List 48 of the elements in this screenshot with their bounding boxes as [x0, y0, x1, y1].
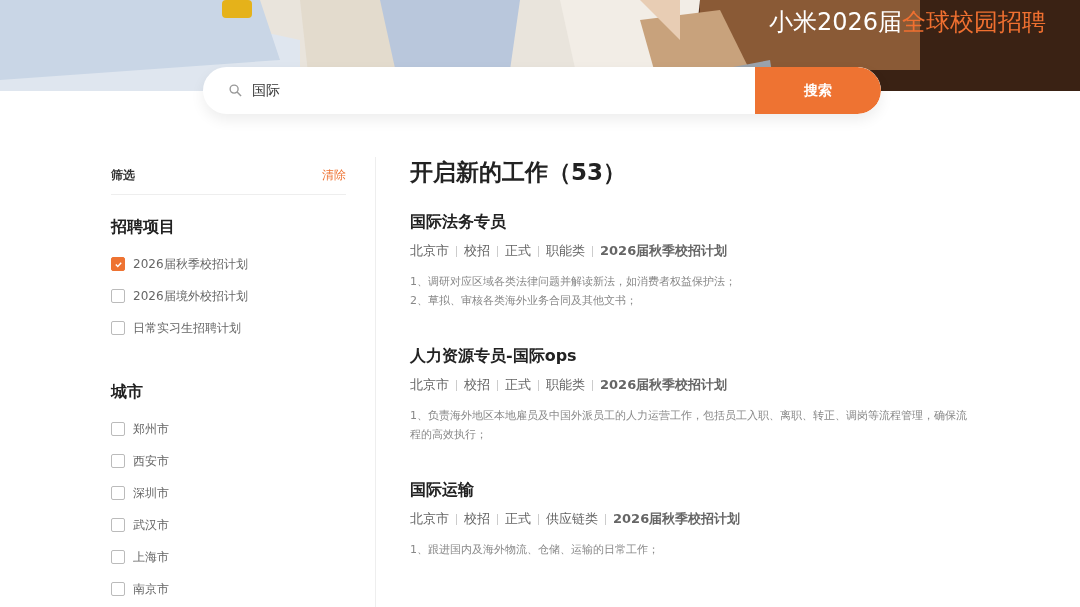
- checkbox[interactable]: [111, 257, 125, 271]
- checkbox-label: 2026届秋季校招计划: [133, 255, 248, 273]
- checkbox-label: 上海市: [133, 548, 169, 566]
- checkbox-label: 日常实习生招聘计划: [133, 319, 241, 337]
- checkbox-label: 郑州市: [133, 420, 169, 438]
- job-tag: 校招: [464, 242, 490, 260]
- banner-title: 小米2026届: [768, 7, 902, 38]
- job-title[interactable]: 国际运输: [410, 480, 970, 501]
- job-tag: 正式: [505, 242, 531, 260]
- job-tag: 职能类: [546, 242, 585, 260]
- job-tag: 正式: [505, 376, 531, 394]
- job-tag: 北京市: [410, 510, 449, 528]
- job-tag: 校招: [464, 510, 490, 528]
- checkbox[interactable]: [111, 550, 125, 564]
- checkbox-label: 深圳市: [133, 484, 169, 502]
- checkbox[interactable]: [111, 321, 125, 335]
- job-tag: 2026届秋季校招计划: [600, 242, 728, 260]
- checkbox-label: 2026届境外校招计划: [133, 287, 248, 305]
- checkbox[interactable]: [111, 518, 125, 532]
- job-tag: 2026届秋季校招计划: [613, 510, 741, 528]
- checkbox[interactable]: [111, 582, 125, 596]
- checkbox-label: 南京市: [133, 580, 169, 598]
- checkbox-label: 西安市: [133, 452, 169, 470]
- filter-group-title: 招聘项目: [111, 217, 176, 238]
- checkbox-label: 武汉市: [133, 516, 169, 534]
- job-description: 1、负责海外地区本地雇员及中国外派员工的人力运营工作，包括员工入职、离职、转正、调岗等流程管理，确保流程的高效执行；: [410, 408, 968, 443]
- checkmark-icon: [113, 259, 123, 269]
- job-title[interactable]: 国际法务专员: [410, 212, 970, 233]
- job-description: 1、跟进国内及海外物流、仓储、运输的日常工作；: [410, 542, 660, 558]
- job-tag: 正式: [505, 510, 531, 528]
- checkbox[interactable]: [111, 486, 125, 500]
- job-tag: 校招: [464, 376, 490, 394]
- filter-group-title: 城市: [111, 382, 144, 403]
- filter-title: 筛选: [111, 167, 135, 184]
- job-description: 2、草拟、审核各类海外业务合同及其他文书；: [410, 293, 638, 309]
- checkbox[interactable]: [111, 289, 125, 303]
- checkbox[interactable]: [111, 422, 125, 436]
- job-tag: 北京市: [410, 242, 449, 260]
- search-field[interactable]: 国际: [252, 82, 552, 99]
- search-icon: [229, 84, 242, 97]
- results-title: 开启新的工作（53）: [410, 158, 627, 187]
- job-tag: 职能类: [546, 376, 585, 394]
- job-tag: 2026届秋季校招计划: [600, 376, 728, 394]
- job-tag: 供应链类: [546, 510, 598, 528]
- job-description: 1、调研对应区域各类法律问题并解读新法，如消费者权益保护法；: [410, 274, 737, 290]
- job-tag: 北京市: [410, 376, 449, 394]
- checkbox[interactable]: [111, 454, 125, 468]
- job-title[interactable]: 人力资源专员-国际ops: [410, 346, 970, 367]
